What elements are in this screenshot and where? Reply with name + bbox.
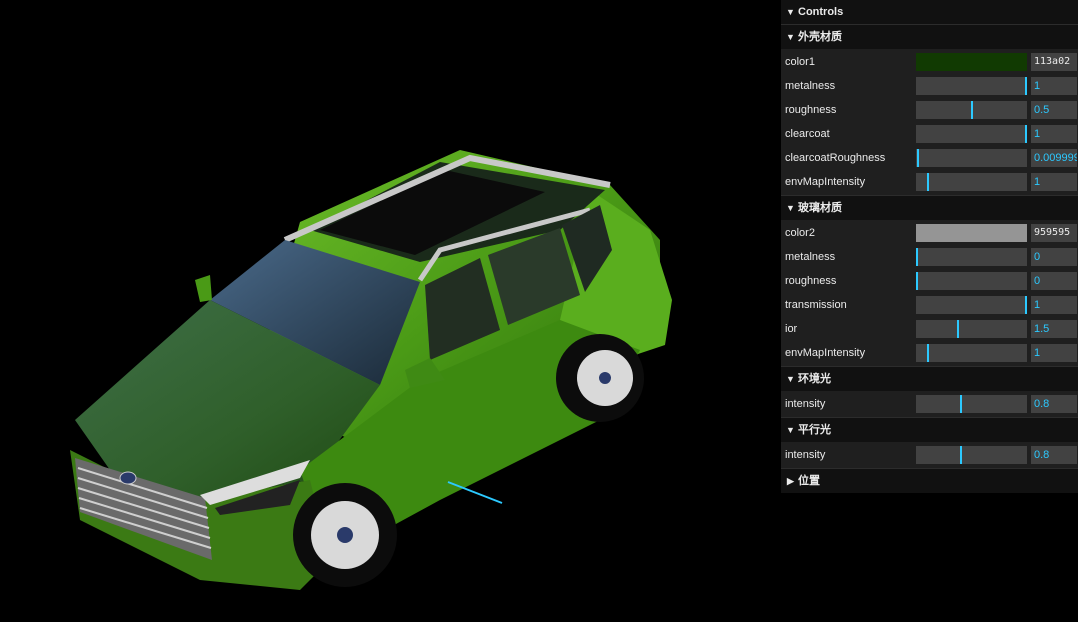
panel-title[interactable]: ▼ Controls — [781, 0, 1078, 24]
control-env-map-intensity: envMapIntensity 1 — [781, 170, 1078, 194]
color1-swatch[interactable] — [916, 53, 1027, 71]
intensity-input[interactable]: 0.8 — [1031, 446, 1077, 464]
control-label: intensity — [785, 398, 826, 410]
control-label: color2 — [785, 227, 815, 239]
control-roughness: roughness 0 — [781, 269, 1078, 293]
control-env-map-intensity: envMapIntensity 1 — [781, 341, 1078, 365]
control-clearcoat-roughness: clearcoatRoughness 0.009999 — [781, 146, 1078, 170]
intensity-slider[interactable] — [916, 395, 1027, 413]
env-map-intensity-slider[interactable] — [916, 173, 1027, 191]
clearcoat-roughness-input[interactable]: 0.009999 — [1031, 149, 1077, 167]
control-label: metalness — [785, 80, 836, 92]
folder-title-shell-material[interactable]: ▼ 外壳材质 — [781, 24, 1078, 49]
clearcoat-roughness-slider[interactable] — [916, 149, 1027, 167]
car-model-render — [70, 150, 672, 590]
control-label: roughness — [785, 104, 837, 116]
folder-title-directional-light[interactable]: ▼ 平行光 — [781, 417, 1078, 442]
roughness-slider[interactable] — [916, 272, 1027, 290]
slider-handle[interactable] — [1025, 296, 1027, 314]
chevron-down-icon: ▼ — [786, 32, 795, 42]
slider-handle[interactable] — [917, 149, 919, 167]
control-color2: color2 959595 — [781, 221, 1078, 245]
env-map-intensity-input[interactable]: 1 — [1031, 173, 1077, 191]
chevron-down-icon: ▼ — [786, 7, 795, 17]
slider-handle[interactable] — [927, 173, 929, 191]
control-label: roughness — [785, 275, 837, 287]
control-metalness: metalness 1 — [781, 74, 1078, 98]
chevron-right-icon: ▶ — [787, 476, 794, 486]
panel-title-label: Controls — [798, 6, 844, 18]
control-label: metalness — [785, 251, 836, 263]
intensity-slider[interactable] — [916, 446, 1027, 464]
color1-hex-input[interactable]: 113a02 — [1031, 53, 1077, 71]
slider-handle[interactable] — [960, 395, 962, 413]
roughness-input[interactable]: 0.5 — [1031, 101, 1077, 119]
folder-label: 环境光 — [798, 373, 831, 385]
color2-hex-input[interactable]: 959595 — [1031, 224, 1077, 242]
slider-handle[interactable] — [916, 248, 918, 266]
env-map-intensity-slider[interactable] — [916, 344, 1027, 362]
folder-glass-material: ▼ 玻璃材质 color2 959595 metalness 0 roughne… — [781, 195, 1078, 366]
metalness-input[interactable]: 1 — [1031, 77, 1077, 95]
metalness-input[interactable]: 0 — [1031, 248, 1077, 266]
folder-label: 玻璃材质 — [798, 202, 842, 214]
control-transmission: transmission 1 — [781, 293, 1078, 317]
control-clearcoat: clearcoat 1 — [781, 122, 1078, 146]
control-label: clearcoat — [785, 128, 830, 140]
control-label: envMapIntensity — [785, 176, 866, 188]
slider-handle[interactable] — [957, 320, 959, 338]
chevron-down-icon: ▼ — [786, 203, 795, 213]
control-label: color1 — [785, 56, 815, 68]
control-label: intensity — [785, 449, 826, 461]
slider-handle[interactable] — [971, 101, 973, 119]
slider-handle[interactable] — [1025, 77, 1027, 95]
slider-handle[interactable] — [916, 272, 918, 290]
folder-shell-material: ▼ 外壳材质 color1 113a02 metalness 1 roughne… — [781, 24, 1078, 195]
roughness-input[interactable]: 0 — [1031, 272, 1077, 290]
metalness-slider[interactable] — [916, 248, 1027, 266]
transmission-slider[interactable] — [916, 296, 1027, 314]
slider-handle[interactable] — [960, 446, 962, 464]
clearcoat-slider[interactable] — [916, 125, 1027, 143]
folder-title-ambient-light[interactable]: ▼ 环境光 — [781, 366, 1078, 391]
folder-ambient-light: ▼ 环境光 intensity 0.8 — [781, 366, 1078, 417]
metalness-slider[interactable] — [916, 77, 1027, 95]
control-label: envMapIntensity — [785, 347, 866, 359]
transmission-input[interactable]: 1 — [1031, 296, 1077, 314]
env-map-intensity-input[interactable]: 1 — [1031, 344, 1077, 362]
ior-input[interactable]: 1.5 — [1031, 320, 1077, 338]
folder-directional-light: ▼ 平行光 intensity 0.8 — [781, 417, 1078, 468]
control-roughness: roughness 0.5 — [781, 98, 1078, 122]
control-metalness: metalness 0 — [781, 245, 1078, 269]
control-label: clearcoatRoughness — [785, 152, 886, 164]
folder-title-position[interactable]: ▶ 位置 — [781, 468, 1078, 493]
control-intensity: intensity 0.8 — [781, 392, 1078, 416]
slider-handle[interactable] — [927, 344, 929, 362]
control-label: transmission — [785, 299, 847, 311]
color2-swatch[interactable] — [916, 224, 1027, 242]
control-ior: ior 1.5 — [781, 317, 1078, 341]
control-label: ior — [785, 323, 798, 335]
folder-label: 平行光 — [798, 424, 831, 436]
folder-title-glass-material[interactable]: ▼ 玻璃材质 — [781, 195, 1078, 220]
slider-handle[interactable] — [1025, 125, 1027, 143]
intensity-input[interactable]: 0.8 — [1031, 395, 1077, 413]
folder-label: 位置 — [798, 475, 820, 487]
chevron-down-icon: ▼ — [786, 374, 795, 384]
control-color1: color1 113a02 — [781, 50, 1078, 74]
ior-slider[interactable] — [916, 320, 1027, 338]
folder-position: ▶ 位置 — [781, 468, 1078, 493]
control-intensity: intensity 0.8 — [781, 443, 1078, 467]
clearcoat-input[interactable]: 1 — [1031, 125, 1077, 143]
roughness-slider[interactable] — [916, 101, 1027, 119]
chevron-down-icon: ▼ — [786, 425, 795, 435]
folder-label: 外壳材质 — [798, 31, 842, 43]
controls-panel: ▼ Controls ▼ 外壳材质 color1 113a02 metalnes… — [781, 0, 1078, 493]
